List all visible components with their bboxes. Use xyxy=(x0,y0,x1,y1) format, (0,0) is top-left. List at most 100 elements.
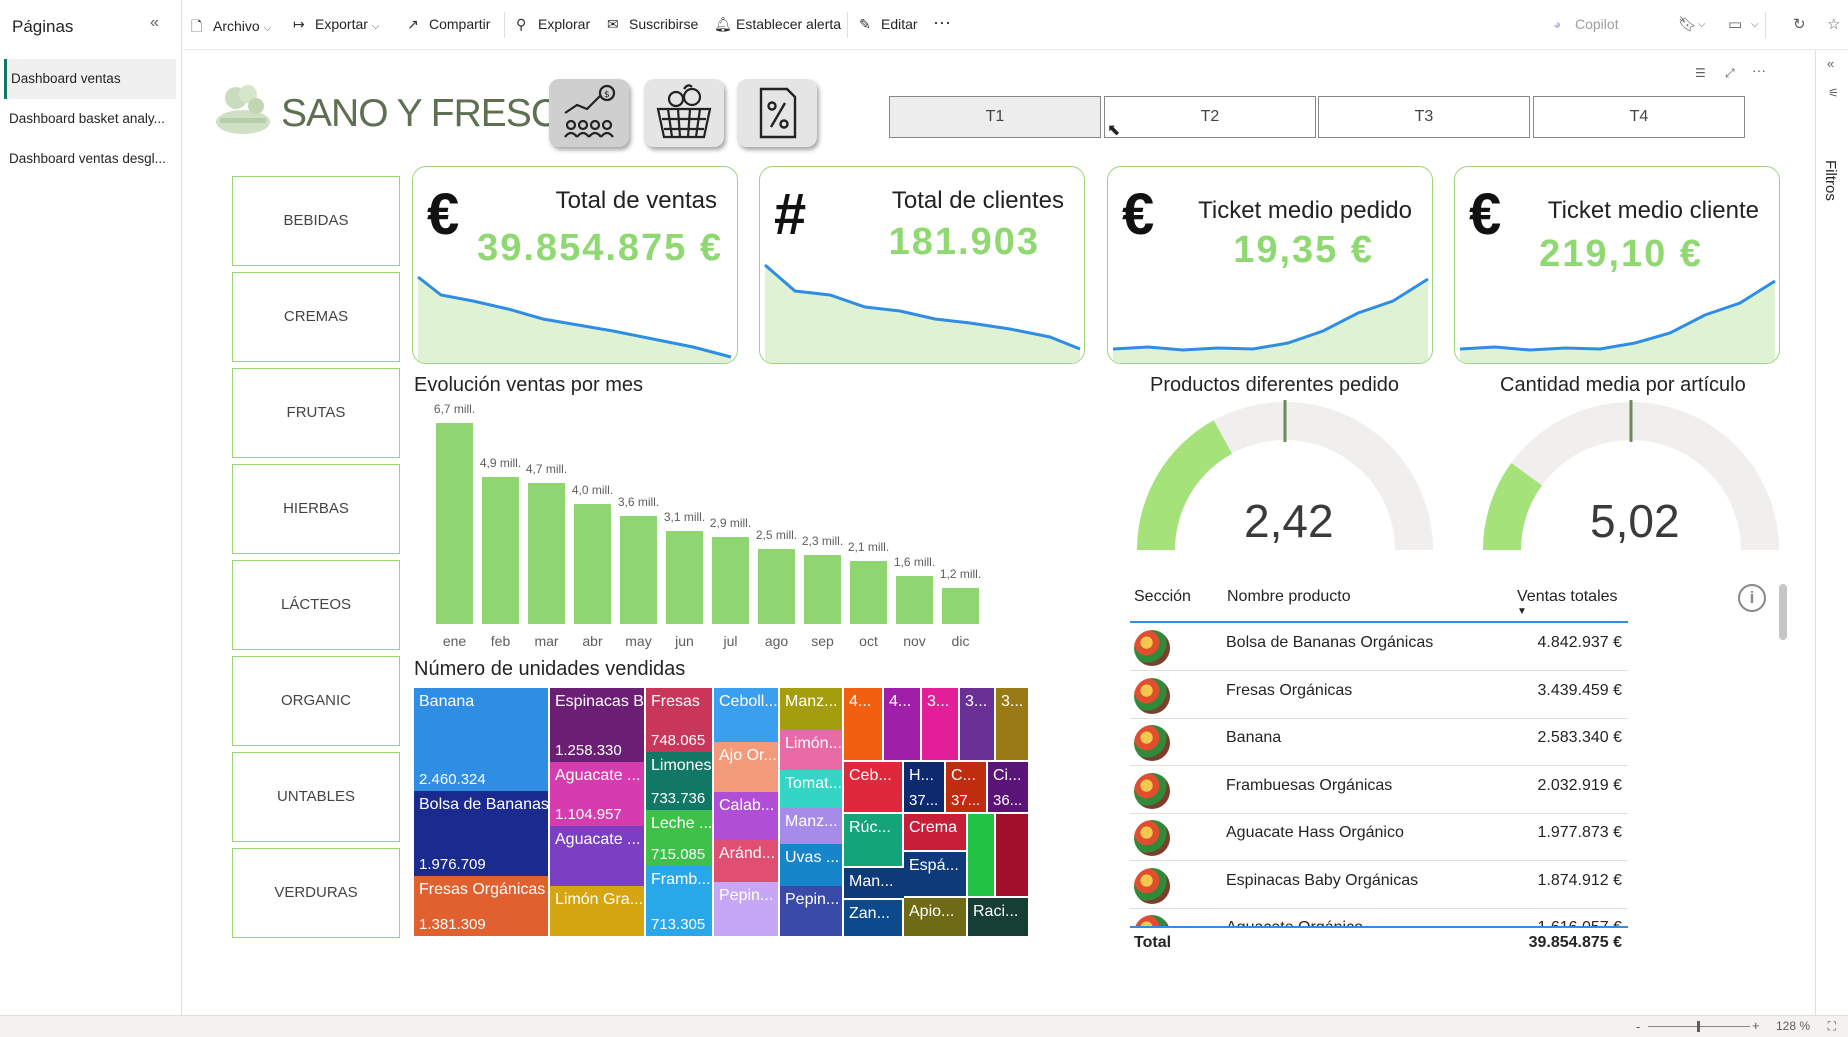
treemap-tile[interactable]: Apio... xyxy=(904,898,966,936)
treemap-tile[interactable]: Man... xyxy=(844,868,904,898)
archivo-menu[interactable]: 🗋 Archivo ⌵ xyxy=(191,16,271,40)
treemap-tile[interactable]: Fresas Orgánicas 1.381.309 xyxy=(414,876,548,936)
category-button-organic[interactable]: ORGANIC xyxy=(232,656,400,746)
treemap-tile[interactable]: Calab... xyxy=(714,792,778,840)
star-icon[interactable]: ☆ xyxy=(1827,15,1840,33)
treemap-tile[interactable]: Crema xyxy=(904,814,966,850)
fit-page-icon[interactable]: ⛶ xyxy=(1828,1019,1836,1034)
expand-icon[interactable]: « xyxy=(1827,56,1834,71)
sort-desc-icon[interactable]: ▼ xyxy=(1517,606,1527,617)
treemap-tile[interactable]: Ceb... xyxy=(844,762,902,812)
category-button-bebidas[interactable]: BEBIDAS xyxy=(232,176,400,266)
treemap-tile[interactable]: Espá... xyxy=(904,852,966,896)
alerta-label: Establecer alerta xyxy=(736,16,842,32)
table-row[interactable]: Bolsa de Bananas Orgánicas 4.842.937 € xyxy=(1130,624,1628,671)
kpi-card-ticket-pedido: € Ticket medio pedido 19,35 € xyxy=(1107,166,1433,364)
chevron-down-icon[interactable]: ⌵ xyxy=(1751,19,1759,30)
treemap-tile[interactable]: Uvas ... xyxy=(780,844,842,886)
category-button-hierbas[interactable]: HIERBAS xyxy=(232,464,400,554)
collapse-pane-icon[interactable]: « xyxy=(150,14,159,32)
exportar-menu[interactable]: ↦ Exportar ⌵ xyxy=(293,16,379,33)
editar-button[interactable]: ✎ Editar xyxy=(859,16,918,33)
treemap-tile[interactable]: Manz... xyxy=(780,808,842,844)
category-button-frutas[interactable]: FRUTAS xyxy=(232,368,400,458)
treemap-tile[interactable]: 4... xyxy=(844,688,882,760)
bookmark-icon[interactable]: 🔖︎ xyxy=(1678,15,1697,33)
page-item-dashboard-desglose[interactable]: Dashboard ventas desgl... xyxy=(4,139,176,179)
quarter-button-t2[interactable]: T2 xyxy=(1104,96,1316,138)
suscribirse-button[interactable]: ✉ Suscribirse xyxy=(607,16,698,33)
more-options-icon[interactable]: ··· xyxy=(933,12,951,33)
table-row[interactable]: Fresas Orgánicas 3.439.459 € xyxy=(1130,672,1628,719)
filter-icon[interactable]: ☰ xyxy=(1695,66,1706,80)
treemap-tile[interactable] xyxy=(968,814,994,896)
treemap-tile[interactable]: Rúc... xyxy=(844,814,902,866)
treemap-tile[interactable]: Ceboll... xyxy=(714,688,778,742)
treemap-tile[interactable]: Framb... 713.305 xyxy=(646,866,712,936)
view-icon[interactable]: ▭ xyxy=(1728,15,1742,33)
copilot-button[interactable]: ◕ Copilot xyxy=(1553,16,1619,32)
treemap-tile[interactable]: Aguacate ... xyxy=(550,826,644,886)
treemap-tile[interactable]: Ci... 36... xyxy=(988,762,1028,812)
zoom-slider-thumb[interactable] xyxy=(1697,1021,1700,1032)
category-button-lacteos[interactable]: LÁCTEOS xyxy=(232,560,400,650)
quarter-button-t1[interactable]: T1 xyxy=(889,96,1101,138)
zoom-in-icon[interactable]: + xyxy=(1752,1018,1760,1033)
category-button-cremas[interactable]: CREMAS xyxy=(232,272,400,362)
refresh-icon[interactable]: ↻ xyxy=(1793,15,1806,33)
table-row[interactable]: Banana 2.583.340 € xyxy=(1130,719,1628,766)
table-row[interactable]: Aguacate Orgánico 1.616.057 € xyxy=(1130,909,1628,926)
treemap-tile[interactable]: Pepin... xyxy=(780,886,842,936)
treemap-tile[interactable]: Pepin... xyxy=(714,882,778,936)
treemap-tile[interactable] xyxy=(996,814,1028,896)
nav-ventas-button[interactable]: $ xyxy=(549,79,629,147)
category-button-untables[interactable]: UNTABLES xyxy=(232,752,400,842)
treemap-tile[interactable]: C... 37... xyxy=(946,762,986,812)
zoom-out-icon[interactable]: - xyxy=(1636,1019,1640,1034)
treemap-tile[interactable]: Manz... xyxy=(780,688,842,730)
quarter-button-t3[interactable]: T3 xyxy=(1318,96,1530,138)
category-button-verduras[interactable]: VERDURAS xyxy=(232,848,400,938)
treemap-tile[interactable]: 3... xyxy=(996,688,1028,760)
treemap-tile[interactable]: Raci... xyxy=(968,898,1028,936)
treemap-tile[interactable]: Aguacate ... 1.104.957 xyxy=(550,762,644,826)
treemap-tile[interactable]: Ajo Or... xyxy=(714,742,778,792)
visual-more-icon[interactable]: ··· xyxy=(1752,62,1766,78)
nav-basket-button[interactable] xyxy=(644,79,724,147)
treemap-tile[interactable]: Fresas 748.065 xyxy=(646,688,712,752)
treemap-tile[interactable]: 4... xyxy=(884,688,920,760)
treemap-tile[interactable]: Bolsa de Bananas... 1.976.709 xyxy=(414,791,548,876)
quarter-button-t4[interactable]: T4 xyxy=(1533,96,1745,138)
treemap-tile[interactable]: Zan... xyxy=(844,900,902,936)
treemap-tile[interactable]: Limón Gra... xyxy=(550,886,644,936)
treemap-tile[interactable]: Leche ... 715.085 xyxy=(646,810,712,866)
alerta-button[interactable]: 🔔︎ Establecer alerta xyxy=(714,16,841,33)
explorar-button[interactable]: ⚲ Explorar xyxy=(516,16,590,33)
treemap-tile[interactable]: Banana 2.460.324 xyxy=(414,688,548,791)
focus-mode-icon[interactable]: ⤢ xyxy=(1725,66,1735,81)
treemap-tile[interactable]: 3... xyxy=(960,688,994,760)
info-icon[interactable]: i xyxy=(1738,584,1766,612)
treemap-tile-label: 3... xyxy=(927,693,950,710)
table-row[interactable]: Frambuesas Orgánicas 2.032.919 € xyxy=(1130,767,1628,814)
treemap-tile[interactable]: Tomat... xyxy=(780,770,842,808)
page-item-dashboard-ventas[interactable]: Dashboard ventas xyxy=(4,59,176,99)
treemap-tile[interactable]: Limones 733.736 xyxy=(646,752,712,810)
column-header-ventas[interactable]: Ventas totales xyxy=(1517,588,1618,606)
treemap-tile[interactable]: Limón... xyxy=(780,730,842,770)
chevron-down-icon: ⌵ xyxy=(371,21,380,32)
table-row[interactable]: Aguacate Hass Orgánico 1.977.873 € xyxy=(1130,814,1628,861)
page-item-dashboard-basket[interactable]: Dashboard basket analy... xyxy=(4,99,176,139)
filters-rail[interactable]: « ⚟ Filtros xyxy=(1815,50,1848,1015)
table-scrollbar[interactable] xyxy=(1779,584,1787,640)
treemap-tile[interactable]: Espinacas B... 1.258.330 xyxy=(550,688,644,762)
column-header-producto[interactable]: Nombre producto xyxy=(1227,588,1351,606)
treemap-tile[interactable]: Aránd... xyxy=(714,840,778,882)
column-header-seccion[interactable]: Sección xyxy=(1134,588,1191,606)
nav-desglose-button[interactable] xyxy=(737,79,817,147)
treemap-tile[interactable]: H... 37... xyxy=(904,762,944,812)
table-row[interactable]: Espinacas Baby Orgánicas 1.874.912 € xyxy=(1130,862,1628,909)
chevron-down-icon[interactable]: ⌵ xyxy=(1698,19,1706,30)
treemap-tile[interactable]: 3... xyxy=(922,688,958,760)
compartir-button[interactable]: ↗ Compartir xyxy=(407,16,490,33)
